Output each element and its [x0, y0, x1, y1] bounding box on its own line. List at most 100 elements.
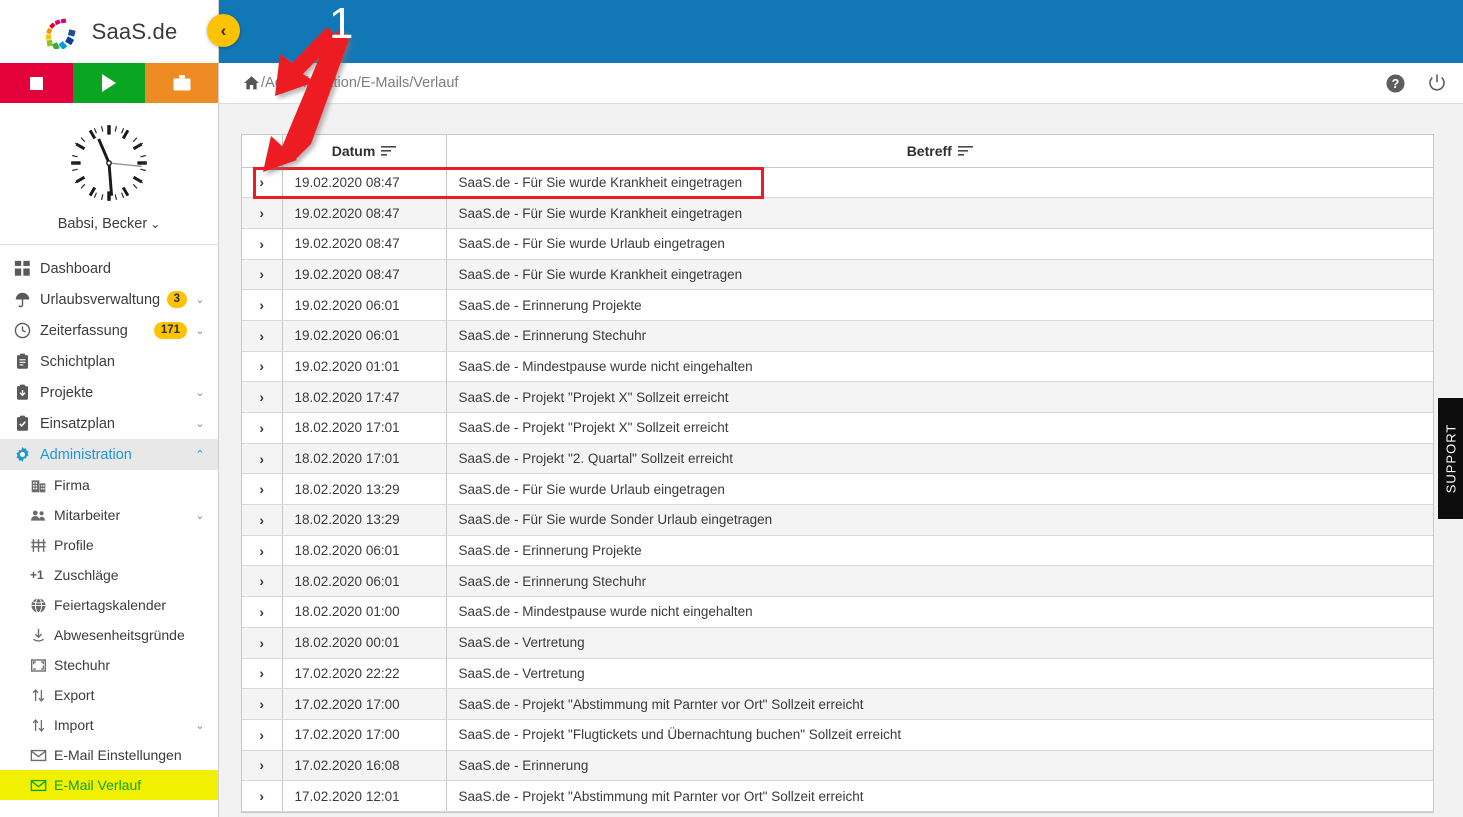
- row-expand-button[interactable]: ›: [242, 627, 283, 659]
- row-expand-button[interactable]: ›: [242, 381, 283, 413]
- clipboard-icon: [16, 353, 29, 369]
- table-row[interactable]: › 19.02.2020 08:47 SaaS.de - Für Sie wurde…: [242, 197, 1433, 229]
- row-expand-button[interactable]: ›: [242, 780, 283, 812]
- cell-datum: 17.02.2020 12:01: [282, 780, 447, 812]
- help-icon[interactable]: ?: [1386, 74, 1405, 93]
- table-row[interactable]: › 18.02.2020 13:29 SaaS.de - Für Sie wurde…: [242, 473, 1433, 506]
- table-row[interactable]: › 19.02.2020 08:47 SaaS.de - Für Sie wurde…: [242, 259, 1433, 291]
- table-row[interactable]: › 19.02.2020 06:01 SaaS.de - Erinnerung St…: [242, 320, 1433, 352]
- user-menu[interactable]: Babsi, Becker ⌄: [0, 216, 218, 232]
- cell-datum: 18.02.2020 17:01: [282, 412, 447, 444]
- top-header-bar: [219, 0, 1463, 63]
- table-row[interactable]: › 18.02.2020 06:01 SaaS.de - Erinnerung St…: [242, 565, 1433, 598]
- sidebar-item-stechuhr[interactable]: Stechuhr: [0, 650, 218, 680]
- sidebar-item-mitarbeiter[interactable]: Mitarbeiter ⌄: [0, 500, 218, 530]
- table-row[interactable]: › 17.02.2020 17:00 SaaS.de - Projekt "Abst…: [242, 688, 1433, 720]
- sidebar-item-export[interactable]: Export: [0, 680, 218, 710]
- row-expand-button[interactable]: ›: [242, 259, 283, 291]
- table-row[interactable]: › 18.02.2020 00:01 SaaS.de - Vertretung: [242, 627, 1433, 659]
- quick-action-bar: [0, 63, 218, 103]
- row-expand-button[interactable]: ›: [242, 688, 283, 720]
- sidebar-item-e-mail-verlauf[interactable]: E-Mail Verlauf: [0, 770, 218, 800]
- table-header-row: Datum Betreff: [242, 135, 1433, 168]
- sidebar-item-profile[interactable]: Profile: [0, 530, 218, 560]
- row-expand-button[interactable]: ›: [242, 750, 283, 782]
- chevron-right-icon: ›: [259, 696, 265, 713]
- sidebar-item-abwesenheitsgr-nde[interactable]: Abwesenheitsgründe: [0, 620, 218, 650]
- play-button[interactable]: [72, 63, 146, 103]
- sidebar-item-label: Firma: [54, 477, 90, 493]
- chevron-down-icon[interactable]: ⌄: [194, 293, 206, 306]
- chevron-up-icon[interactable]: ⌃: [194, 448, 206, 461]
- table-row[interactable]: › 18.02.2020 17:47 SaaS.de - Projekt "Proj…: [242, 381, 1433, 413]
- download-icon: [33, 628, 44, 642]
- brand-logo[interactable]: SaaS.de: [0, 0, 218, 63]
- chevron-right-icon: ›: [259, 419, 265, 436]
- row-expand-button[interactable]: ›: [242, 443, 283, 475]
- row-expand-button[interactable]: ›: [242, 320, 283, 352]
- row-expand-button[interactable]: ›: [242, 596, 283, 628]
- sidebar-item-e-mail-einstellungen[interactable]: E-Mail Einstellungen: [0, 740, 218, 770]
- sliders-icon: [30, 537, 54, 554]
- column-label-betreff: Betreff: [906, 142, 952, 159]
- power-icon[interactable]: [1427, 73, 1447, 93]
- table-row[interactable]: › 17.02.2020 22:22 SaaS.de - Vertretung: [242, 658, 1433, 690]
- cell-datum: 19.02.2020 06:01: [282, 289, 447, 321]
- sidebar-item-einsatzplan[interactable]: Einsatzplan ⌄: [0, 408, 218, 439]
- row-expand-button[interactable]: ›: [242, 289, 283, 321]
- row-expand-button[interactable]: ›: [242, 412, 283, 444]
- play-icon: [102, 74, 116, 92]
- sidebar-item-projekte[interactable]: Projekte ⌄: [0, 377, 218, 408]
- row-expand-button[interactable]: ›: [242, 197, 283, 229]
- table-row[interactable]: › 19.02.2020 01:01 SaaS.de - Mindestpause …: [242, 351, 1433, 383]
- table-row[interactable]: › 19.02.2020 06:01 SaaS.de - Erinnerung Pr…: [242, 289, 1433, 321]
- chevron-down-icon[interactable]: ⌄: [194, 324, 206, 337]
- row-expand-button[interactable]: ›: [242, 351, 283, 383]
- table-row[interactable]: › 19.02.2020 08:47 SaaS.de - Für Sie wurde…: [242, 228, 1433, 260]
- table-row[interactable]: › 17.02.2020 17:00 SaaS.de - Projekt "Flug…: [242, 719, 1433, 751]
- table-row[interactable]: › 17.02.2020 12:01 SaaS.de - Projekt "Abst…: [242, 780, 1433, 812]
- sidebar-item-dashboard[interactable]: Dashboard: [0, 253, 218, 284]
- sidebar-collapse-button[interactable]: ‹: [207, 14, 240, 47]
- stop-button[interactable]: [0, 63, 73, 103]
- row-expand-button[interactable]: ›: [242, 504, 283, 536]
- chevron-down-icon[interactable]: ⌄: [194, 386, 206, 399]
- cell-betreff: SaaS.de - Erinnerung Projekte: [446, 535, 1433, 567]
- chevron-down-icon[interactable]: ⌄: [194, 417, 206, 430]
- chevron-right-icon: ›: [259, 205, 265, 222]
- chevron-down-icon[interactable]: ⌄: [194, 509, 206, 522]
- briefcase-button[interactable]: [145, 63, 218, 103]
- row-expand-button[interactable]: ›: [242, 565, 283, 598]
- row-expand-button[interactable]: ›: [242, 535, 283, 567]
- sidebar-item-label: Administration: [40, 446, 132, 463]
- column-header-betreff[interactable]: Betreff: [446, 135, 1433, 168]
- sidebar-item-firma[interactable]: Firma: [0, 470, 218, 500]
- table-row[interactable]: › 18.02.2020 13:29 SaaS.de - Für Sie wurde…: [242, 504, 1433, 536]
- chevron-down-icon[interactable]: ⌄: [194, 719, 206, 732]
- table-row[interactable]: › 18.02.2020 06:01 SaaS.de - Erinnerung Pr…: [242, 535, 1433, 567]
- cell-betreff: SaaS.de - Projekt "Flugtickets und Übern…: [446, 719, 1433, 751]
- table-row[interactable]: › 19.02.2020 08:47 SaaS.de - Für Sie wurde…: [242, 167, 1433, 199]
- export-arrows-icon: [32, 688, 45, 702]
- sort-icon: [957, 146, 973, 156]
- row-expand-button[interactable]: ›: [242, 473, 283, 506]
- sidebar-item-schichtplan[interactable]: Schichtplan: [0, 346, 218, 377]
- sidebar-item-zuschl-ge[interactable]: +1 Zuschläge: [0, 560, 218, 590]
- support-tab[interactable]: SUPPORT: [1438, 398, 1463, 519]
- table-row[interactable]: › 17.02.2020 16:08 SaaS.de - Erinnerung: [242, 750, 1433, 782]
- sliders-icon: [31, 538, 46, 552]
- sidebar-item-urlaubsverwaltung[interactable]: Urlaubsverwaltung 3 ⌄: [0, 284, 218, 315]
- plus-one-icon: +1: [30, 568, 54, 582]
- table-row[interactable]: › 18.02.2020 17:01 SaaS.de - Projekt "2. Q…: [242, 443, 1433, 475]
- table-row[interactable]: › 18.02.2020 17:01 SaaS.de - Projekt "Proj…: [242, 412, 1433, 444]
- sidebar-item-badge: 3: [166, 291, 187, 308]
- cell-datum: 19.02.2020 08:47: [282, 197, 447, 229]
- row-expand-button[interactable]: ›: [242, 228, 283, 260]
- sidebar-item-feiertagskalender[interactable]: Feiertagskalender: [0, 590, 218, 620]
- sidebar-item-zeiterfassung[interactable]: Zeiterfassung 171 ⌄: [0, 315, 218, 346]
- sidebar-item-import[interactable]: Import ⌄: [0, 710, 218, 740]
- row-expand-button[interactable]: ›: [242, 658, 283, 690]
- row-expand-button[interactable]: ›: [242, 719, 283, 751]
- sidebar-item-administration[interactable]: Administration ⌃: [0, 439, 218, 470]
- table-row[interactable]: › 18.02.2020 01:00 SaaS.de - Mindestpause …: [242, 596, 1433, 628]
